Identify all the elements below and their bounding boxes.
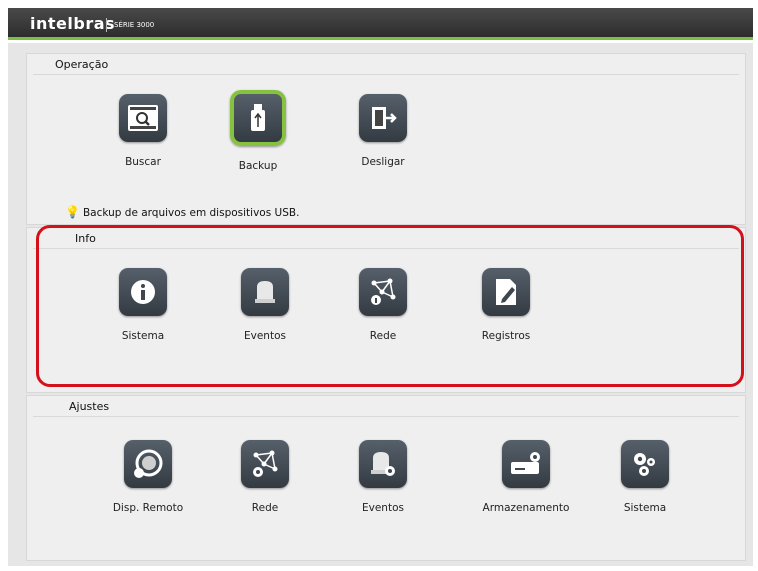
menu-item-buscar[interactable]: Buscar [88,94,198,168]
brand-divider [106,18,107,32]
panel-operacao: Operação Buscar Backup Desligar 💡 Backup … [26,53,746,225]
hint-text: 💡 Backup de arquivos em dispositivos USB. [65,205,299,219]
network-settings-icon [241,440,289,488]
brand-logo: intelbras [30,14,116,33]
system-gears-icon [621,440,669,488]
menu-item-sistema-ajustes[interactable]: Sistema [590,440,700,514]
panel-divider [33,416,739,417]
menu-item-label: Eventos [362,502,404,514]
menu-item-label: Disp. Remoto [112,502,184,514]
menu-item-label: Armazenamento [482,502,570,514]
panel-divider [33,74,739,75]
menu-item-label: Buscar [125,156,161,168]
menu-item-backup[interactable]: Backup [203,90,313,172]
menu-item-label: Desligar [361,156,405,168]
menu-item-label: Sistema [623,502,667,514]
hint-label: Backup de arquivos em dispositivos USB. [82,207,300,219]
menu-item-label: Backup [238,160,278,172]
menu-item-desligar[interactable]: Desligar [328,94,438,168]
event-settings-icon [359,440,407,488]
info-section-highlight [36,225,744,387]
panel-title-operacao: Operação [55,58,109,71]
menu-item-disp-remoto[interactable]: Disp. Remoto [93,440,203,514]
panel-title-ajustes: Ajustes [69,400,110,413]
usb-drive-icon [230,90,286,146]
exit-door-icon [359,94,407,142]
search-video-icon [119,94,167,142]
menu-item-label: Rede [251,502,279,514]
panel-ajustes: Ajustes Disp. Remoto Rede Eventos Armaze [26,395,746,561]
menu-item-eventos-ajustes[interactable]: Eventos [328,440,438,514]
lightbulb-icon: 💡 [65,205,80,219]
remote-camera-icon [124,440,172,488]
series-label: SÉRIE 3000 [114,21,155,29]
menu-item-armazenamento[interactable]: Armazenamento [471,440,581,514]
menu-item-rede-ajustes[interactable]: Rede [210,440,320,514]
storage-settings-icon [502,440,550,488]
title-bar: intelbras SÉRIE 3000 [8,8,753,40]
